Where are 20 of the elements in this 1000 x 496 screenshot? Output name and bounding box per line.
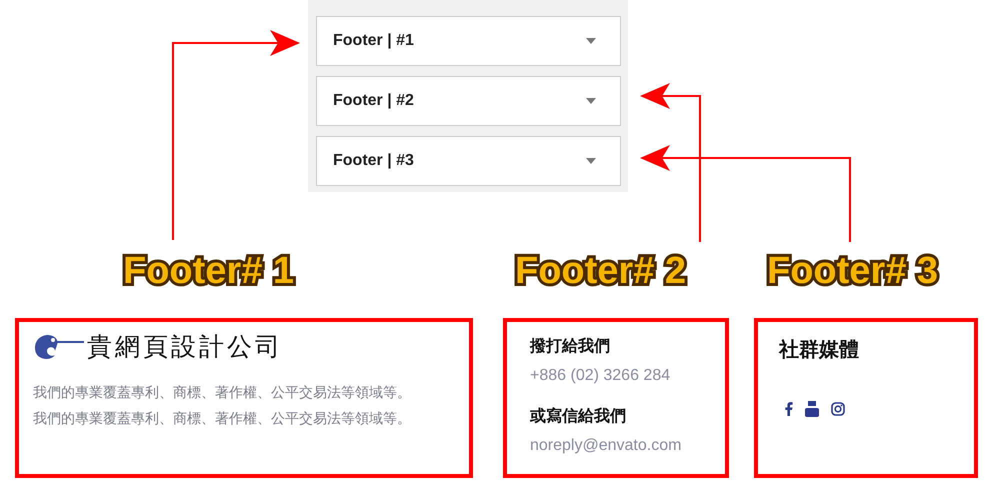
- footer-label: Footer# 2: [515, 250, 686, 293]
- caret-icon: [586, 98, 596, 104]
- mail-heading: 或寫信給我們: [530, 406, 627, 427]
- caret-icon: [586, 38, 596, 44]
- footer-label: Footer# 1: [123, 250, 294, 293]
- email-address: noreply@envato.com: [530, 436, 682, 456]
- facebook-icon[interactable]: [785, 402, 793, 416]
- social-heading: 社群媒體: [779, 338, 860, 363]
- dropdown[interactable]: Footer | #1: [316, 16, 621, 66]
- footer-label: Footer# 3: [767, 250, 938, 293]
- description-text: 我們的專業覆蓋專利、商標、著作權、公平交易法等領域等。: [33, 409, 412, 428]
- chameleon-logo-icon: [33, 332, 85, 360]
- logo-text: 貴網頁設計公司: [87, 331, 283, 363]
- phone-number: +886 (02) 3266 284: [530, 366, 672, 386]
- dropdown[interactable]: Footer | #2: [316, 76, 621, 126]
- call-heading: 撥打給我們: [530, 336, 611, 357]
- dropdown[interactable]: Footer | #3: [316, 136, 621, 186]
- caret-icon: [586, 158, 596, 164]
- instagram-icon[interactable]: [831, 402, 845, 416]
- description-text: 我們的專業覆蓋專利、商標、著作權、公平交易法等領域等。: [33, 383, 412, 402]
